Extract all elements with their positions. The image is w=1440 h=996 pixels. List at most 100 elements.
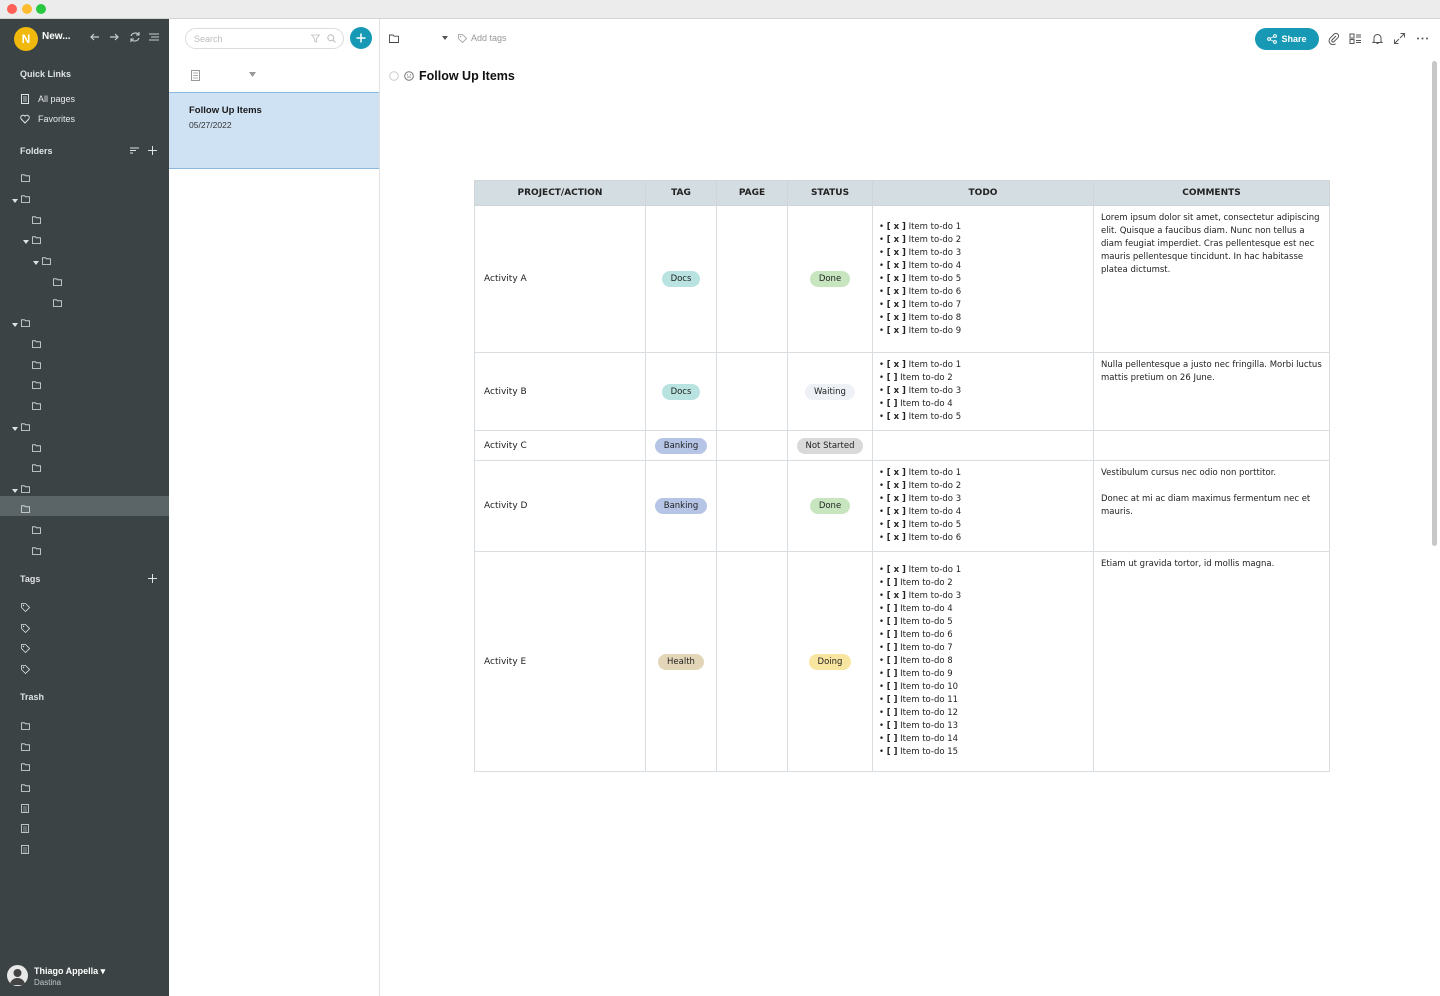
todo-item[interactable]: • [ x ] Item to-do 2 [879, 234, 1087, 247]
status-badge[interactable]: Doing [808, 653, 852, 670]
tag-cell[interactable]: Docs [645, 352, 717, 431]
tag-pill[interactable]: Docs [661, 383, 701, 400]
expand-caret-icon[interactable] [12, 198, 18, 204]
todo-checkbox[interactable]: [ ] [887, 373, 898, 383]
status-badge[interactable]: Done [809, 271, 851, 287]
folder-item[interactable] [0, 165, 169, 185]
workspace-avatar[interactable]: N [14, 27, 38, 51]
todo-checkbox[interactable]: [ x ] [887, 520, 906, 530]
bell-icon[interactable] [1371, 32, 1384, 45]
todo-item[interactable]: • [ x ] Item to-do 8 [879, 312, 1087, 325]
trash-item[interactable] [0, 796, 169, 816]
todo-item[interactable]: • [ x ] Item to-do 4 [879, 506, 1087, 519]
status-badge[interactable]: Done [809, 498, 851, 514]
tag-pill[interactable]: Banking [654, 437, 708, 454]
todo-checkbox[interactable]: [ ] [887, 630, 898, 640]
tag-item[interactable] [0, 657, 169, 677]
todo-item[interactable]: • [ ] Item to-do 7 [879, 642, 1087, 655]
folder-icon[interactable] [389, 34, 399, 43]
tag-pill[interactable]: Health [658, 653, 704, 670]
todo-checkbox[interactable]: [ ] [887, 682, 898, 692]
todo-item[interactable]: • [ x ] Item to-do 2 [879, 480, 1087, 493]
emoji-icon[interactable] [404, 71, 414, 81]
folder-item[interactable] [0, 290, 169, 310]
search-input[interactable]: Search [185, 28, 344, 49]
todo-checkbox[interactable]: [ x ] [887, 235, 906, 245]
todo-checkbox[interactable]: [ x ] [887, 507, 906, 517]
comments-cell[interactable]: Vestibulum cursus nec odio non porttitor… [1093, 460, 1330, 552]
folder-item[interactable] [0, 372, 169, 392]
folder-item[interactable] [0, 393, 169, 413]
status-cell[interactable]: Waiting [787, 352, 873, 431]
todo-checkbox[interactable]: [ x ] [887, 533, 906, 543]
todo-item[interactable]: • [ ] Item to-do 2 [879, 372, 1087, 385]
todo-checkbox[interactable]: [ ] [887, 669, 898, 679]
folder-item[interactable] [0, 269, 169, 289]
todo-item[interactable]: • [ x ] Item to-do 9 [879, 325, 1087, 338]
todo-checkbox[interactable]: [ ] [887, 643, 898, 653]
quick-link-favorites[interactable]: Favorites [20, 110, 75, 128]
expand-icon[interactable] [1393, 32, 1406, 45]
page-cell[interactable] [716, 205, 788, 353]
todo-checkbox[interactable]: [ x ] [887, 386, 906, 396]
todo-item[interactable]: • [ x ] Item to-do 6 [879, 286, 1087, 299]
todo-checkbox[interactable]: [ ] [887, 708, 898, 718]
page-title[interactable]: Follow Up Items [419, 69, 515, 83]
todo-checkbox[interactable]: [ ] [887, 695, 898, 705]
todo-item[interactable]: • [ ] Item to-do 15 [879, 746, 1087, 759]
todo-checkbox[interactable]: [ x ] [887, 287, 906, 297]
list-item[interactable]: Follow Up Items 05/27/2022 [169, 92, 379, 169]
scrollbar[interactable] [1432, 61, 1437, 546]
folder-item[interactable] [0, 538, 169, 558]
status-cell[interactable]: Done [787, 460, 873, 552]
page-cell[interactable] [716, 551, 788, 772]
todo-checkbox[interactable]: [ x ] [887, 326, 906, 336]
project-cell[interactable]: Activity D [474, 460, 646, 552]
close-window-button[interactable] [7, 4, 17, 14]
todo-item[interactable]: • [ x ] Item to-do 1 [879, 467, 1087, 480]
status-badge[interactable]: Not Started [796, 437, 864, 454]
trash-item[interactable] [0, 816, 169, 836]
todo-item[interactable]: • [ x ] Item to-do 1 [879, 564, 1087, 577]
project-cell[interactable]: Activity E [474, 551, 646, 772]
trash-item[interactable] [0, 837, 169, 857]
todo-item[interactable]: • [ ] Item to-do 13 [879, 720, 1087, 733]
search-icon[interactable] [327, 34, 336, 43]
todo-item[interactable]: • [ ] Item to-do 9 [879, 668, 1087, 681]
todo-item[interactable]: • [ x ] Item to-do 5 [879, 519, 1087, 532]
add-tag-icon[interactable] [147, 573, 158, 584]
todo-item[interactable]: • [ ] Item to-do 4 [879, 603, 1087, 616]
layout-icon[interactable] [1349, 32, 1362, 45]
forward-arrow-icon[interactable] [107, 30, 121, 44]
trash-item[interactable] [0, 775, 169, 795]
chevron-down-icon[interactable] [249, 72, 256, 77]
todo-checkbox[interactable]: [ x ] [887, 360, 906, 370]
todo-item[interactable]: • [ x ] Item to-do 1 [879, 221, 1087, 234]
trash-item[interactable] [0, 734, 169, 754]
folder-item[interactable] [0, 435, 169, 455]
todo-item[interactable]: • [ ] Item to-do 14 [879, 733, 1087, 746]
status-cell[interactable]: Not Started [787, 430, 873, 461]
todo-checkbox[interactable]: [ ] [887, 617, 898, 627]
todo-checkbox[interactable]: [ x ] [887, 300, 906, 310]
new-page-button[interactable] [350, 27, 372, 49]
todo-cell[interactable]: • [ x ] Item to-do 1 • [ ] Item to-do 2 • … [872, 352, 1094, 431]
todo-item[interactable]: • [ ] Item to-do 6 [879, 629, 1087, 642]
tag-cell[interactable]: Health [645, 551, 717, 772]
todo-item[interactable]: • [ x ] Item to-do 3 [879, 385, 1087, 398]
todo-checkbox[interactable]: [ ] [887, 656, 898, 666]
todo-item[interactable]: • [ x ] Item to-do 5 [879, 411, 1087, 424]
chevron-down-icon[interactable] [442, 36, 448, 40]
comments-cell[interactable]: Lorem ipsum dolor sit amet, consectetur … [1093, 205, 1330, 353]
user-name[interactable]: Thiago Appella ▾ [34, 966, 105, 977]
status-badge[interactable]: Waiting [805, 383, 855, 400]
folder-item[interactable] [0, 207, 169, 227]
todo-checkbox[interactable]: [ x ] [887, 412, 906, 422]
share-button[interactable]: Share [1255, 28, 1319, 50]
todo-checkbox[interactable]: [ x ] [887, 222, 906, 232]
todo-cell[interactable]: • [ x ] Item to-do 1 • [ ] Item to-do 2 • … [872, 551, 1094, 772]
folder-item[interactable] [0, 455, 169, 475]
todo-checkbox[interactable]: [ x ] [887, 274, 906, 284]
todo-item[interactable]: • [ x ] Item to-do 4 [879, 260, 1087, 273]
folder-item[interactable] [0, 414, 169, 434]
